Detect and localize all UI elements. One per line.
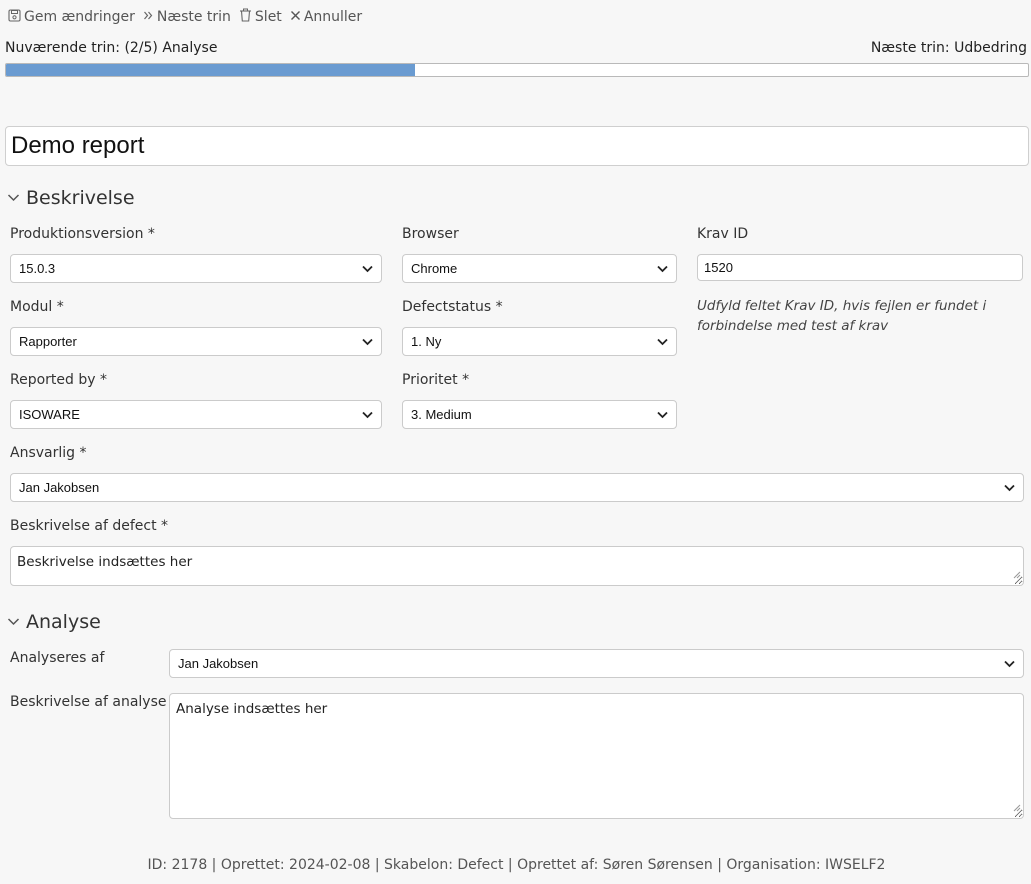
section-toggle-analysis[interactable]: Analyse	[7, 611, 101, 633]
section-heading-analysis: Analyse	[26, 611, 101, 633]
requirement-id-input[interactable]	[697, 254, 1023, 281]
chevron-down-icon	[657, 265, 668, 273]
chevron-down-icon	[362, 338, 373, 346]
cancel-button-label: Annuller	[303, 9, 363, 25]
production-version-label: Produktionsversion *	[10, 226, 155, 242]
module-select[interactable]: Rapporter	[10, 327, 382, 356]
analysed-by-select[interactable]: Jan Jakobsen	[169, 649, 1024, 678]
analysis-description-textarea[interactable]: Analyse indsættes her	[169, 693, 1024, 819]
toolbar: Gem ændringer Næste trin Slet Annuller	[8, 6, 370, 28]
workflow-progress-bar	[5, 63, 1029, 77]
requirement-id-label: Krav ID	[697, 226, 749, 242]
browser-value: Chrome	[411, 261, 458, 276]
next-step-button[interactable]: Næste trin	[143, 9, 231, 25]
analysis-description-text: Analyse indsættes her	[176, 701, 328, 717]
resize-grip-icon[interactable]	[1013, 567, 1021, 583]
browser-select[interactable]: Chrome	[402, 254, 677, 283]
report-title-input[interactable]	[5, 126, 1029, 166]
requirement-id-hint: Udfyld feltet Krav ID, hvis fejlen er fu…	[697, 298, 987, 334]
reported-by-value: ISOWARE	[19, 407, 80, 422]
delete-button-label: Slet	[254, 9, 282, 25]
chevron-down-icon	[657, 338, 668, 346]
priority-select[interactable]: 3. Medium	[402, 400, 677, 429]
reported-by-label: Reported by *	[10, 372, 107, 388]
floppy-disk-icon	[8, 8, 24, 26]
close-icon	[290, 9, 304, 25]
chevron-down-icon	[1004, 660, 1015, 668]
save-button[interactable]: Gem ændringer	[8, 8, 135, 26]
current-step-text: Nuværende trin: (2/5) Analyse	[5, 40, 218, 56]
defect-description-text: Beskrivelse indsættes her	[17, 554, 193, 570]
chevron-down-icon	[362, 265, 373, 273]
trash-icon	[239, 8, 255, 26]
workflow-progress-fill	[6, 64, 415, 76]
defect-status-value: 1. Ny	[411, 334, 442, 349]
responsible-value: Jan Jakobsen	[19, 480, 100, 495]
record-metadata-footer: ID: 2178 | Oprettet: 2024-02-08 | Skabel…	[147, 857, 886, 873]
chevron-down-icon	[657, 411, 668, 419]
cancel-button[interactable]: Annuller	[290, 9, 362, 25]
priority-label: Prioritet *	[402, 372, 470, 388]
section-heading-description: Beskrivelse	[26, 187, 135, 209]
resize-grip-icon[interactable]	[1013, 800, 1021, 816]
analysis-description-label: Beskrivelse af analyse	[10, 694, 167, 710]
priority-value: 3. Medium	[411, 407, 472, 422]
delete-button[interactable]: Slet	[239, 8, 282, 26]
module-value: Rapporter	[19, 334, 77, 349]
analysed-by-label: Analyseres af	[10, 650, 105, 666]
defect-description-label: Beskrivelse af defect *	[10, 518, 169, 534]
reported-by-select[interactable]: ISOWARE	[10, 400, 382, 429]
analysed-by-value: Jan Jakobsen	[178, 656, 259, 671]
module-label: Modul *	[10, 299, 64, 315]
save-button-label: Gem ændringer	[24, 9, 135, 25]
chevron-down-icon	[7, 187, 26, 209]
chevron-down-icon	[362, 411, 373, 419]
responsible-label: Ansvarlig *	[10, 445, 87, 461]
responsible-select[interactable]: Jan Jakobsen	[10, 473, 1024, 502]
defect-status-label: Defectstatus *	[402, 299, 503, 315]
chevron-down-icon	[7, 611, 26, 633]
production-version-value: 15.0.3	[19, 261, 56, 276]
next-step-text: Næste trin: Udbedring	[870, 40, 1027, 56]
browser-label: Browser	[402, 226, 459, 242]
next-step-button-label: Næste trin	[156, 9, 231, 25]
chevron-down-icon	[1004, 484, 1015, 492]
double-chevron-right-icon	[143, 9, 157, 25]
defect-status-select[interactable]: 1. Ny	[402, 327, 677, 356]
section-toggle-description[interactable]: Beskrivelse	[7, 187, 135, 209]
defect-description-textarea[interactable]: Beskrivelse indsættes her	[10, 546, 1024, 586]
production-version-select[interactable]: 15.0.3	[10, 254, 382, 283]
